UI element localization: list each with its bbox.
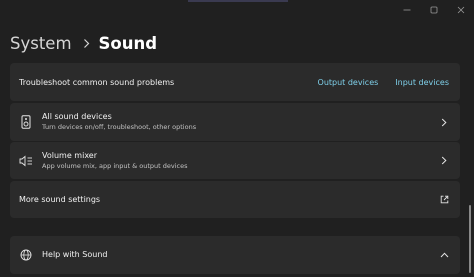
volume-mixer-title: Volume mixer	[42, 150, 98, 160]
more-sound-settings-title: More sound settings	[19, 194, 101, 204]
troubleshoot-card: Troubleshoot common sound problems Outpu…	[10, 63, 460, 101]
maximize-icon	[430, 6, 437, 14]
all-sound-devices-subtitle: Turn devices on/off, troubleshoot, other…	[42, 123, 197, 131]
minimize-button[interactable]	[393, 0, 420, 20]
input-devices-link[interactable]: Input devices	[395, 78, 449, 87]
external-link-icon	[439, 195, 449, 205]
chevron-up-icon	[439, 250, 449, 260]
chevron-right-icon	[439, 117, 449, 127]
scrollbar-thumb[interactable]	[469, 205, 471, 273]
minimize-icon	[403, 9, 410, 11]
output-devices-link[interactable]: Output devices	[318, 78, 379, 87]
volume-mixer-subtitle: App volume mix, app input & output devic…	[42, 161, 188, 170]
breadcrumb: System Sound	[10, 30, 157, 56]
maximize-button[interactable]	[420, 0, 447, 20]
settings-window: System Sound Troubleshoot common sound p…	[0, 0, 474, 277]
help-with-sound-row[interactable]: Help with Sound	[10, 236, 460, 274]
breadcrumb-parent-system[interactable]: System	[10, 34, 72, 53]
speaker-icon	[19, 114, 33, 130]
all-sound-devices-title: All sound devices	[42, 112, 112, 121]
title-bar-accent	[188, 0, 288, 2]
mixer-icon	[19, 153, 33, 169]
volume-mixer-row[interactable]: Volume mixer App volume mix, app input &…	[10, 142, 460, 179]
chevron-right-icon	[439, 156, 449, 166]
globe-icon	[19, 247, 33, 263]
help-with-sound-title: Help with Sound	[42, 250, 108, 259]
close-icon	[457, 6, 464, 14]
close-button[interactable]	[447, 0, 474, 20]
all-sound-devices-row[interactable]: All sound devices Turn devices on/off, t…	[10, 103, 460, 141]
window-controls	[393, 0, 474, 20]
chevron-right-icon	[83, 38, 90, 49]
more-sound-settings-row[interactable]: More sound settings	[10, 181, 460, 218]
page-title: Sound	[98, 33, 158, 53]
troubleshoot-label: Troubleshoot common sound problems	[19, 77, 175, 87]
